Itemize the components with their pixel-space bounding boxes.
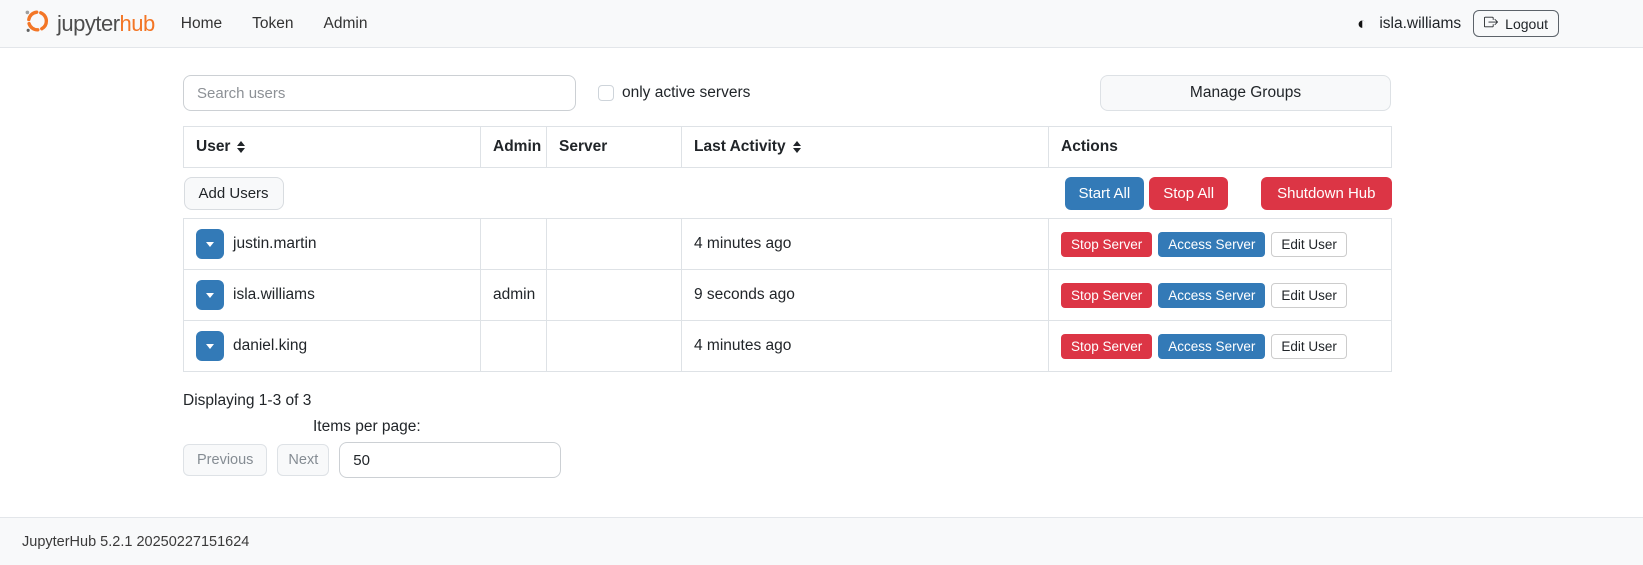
caret-down-icon (206, 293, 214, 298)
header-admin: Admin (481, 127, 547, 168)
edit-user-button[interactable]: Edit User (1271, 232, 1347, 257)
nav-link-admin[interactable]: Admin (324, 15, 368, 33)
only-active-label: only active servers (622, 84, 750, 102)
stop-server-button[interactable]: Stop Server (1061, 334, 1152, 359)
add-users-button[interactable]: Add Users (184, 177, 284, 210)
only-active-checkbox[interactable] (598, 85, 614, 101)
pagination: Displaying 1-3 of 3 Items per page: Prev… (183, 392, 1391, 478)
user-dropdown-toggle[interactable] (196, 229, 224, 259)
header-last-activity: Last Activity (682, 127, 1049, 168)
server-cell (547, 270, 682, 321)
start-all-button[interactable]: Start All (1065, 177, 1145, 210)
admin-cell (481, 321, 547, 372)
manage-groups-button[interactable]: Manage Groups (1100, 75, 1391, 111)
previous-page-button[interactable]: Previous (183, 444, 267, 476)
edit-user-button[interactable]: Edit User (1271, 334, 1347, 359)
toolbar: only active servers Manage Groups (183, 75, 1391, 111)
server-cell (547, 321, 682, 372)
server-cell (547, 219, 682, 270)
admin-cell: admin (481, 270, 547, 321)
stop-all-button[interactable]: Stop All (1149, 177, 1228, 210)
user-dropdown-toggle[interactable] (196, 331, 224, 361)
nav-link-home[interactable]: Home (181, 15, 222, 33)
page-summary: Displaying 1-3 of 3 (183, 392, 1391, 410)
table-row: daniel.king 4 minutes ago Stop Server Ac… (184, 321, 1392, 372)
users-table: User Admin Server Last Activity Actions (183, 126, 1392, 372)
last-activity-cell: 9 seconds ago (682, 270, 1049, 321)
last-activity-cell: 4 minutes ago (682, 219, 1049, 270)
header-server: Server (547, 127, 682, 168)
nav-links: Home Token Admin (181, 15, 368, 33)
caret-down-icon (206, 344, 214, 349)
last-activity-cell: 4 minutes ago (682, 321, 1049, 372)
search-input[interactable] (183, 75, 576, 111)
stop-server-button[interactable]: Stop Server (1061, 232, 1152, 257)
jupyter-icon (24, 8, 50, 39)
logout-icon (1484, 15, 1498, 32)
admin-panel: only active servers Manage Groups User A… (0, 48, 1391, 478)
admin-cell (481, 219, 547, 270)
username-cell: daniel.king (233, 337, 307, 355)
username-cell: isla.williams (233, 286, 315, 304)
current-username: isla.williams (1379, 15, 1461, 33)
sort-last-activity-icon[interactable] (793, 141, 801, 153)
caret-down-icon (206, 242, 214, 247)
jupyterhub-logo[interactable]: jupyterhub (24, 8, 155, 39)
access-server-button[interactable]: Access Server (1158, 334, 1265, 359)
footer: JupyterHub 5.2.1 20250227151624 (0, 517, 1643, 565)
user-dropdown-toggle[interactable] (196, 280, 224, 310)
stop-server-button[interactable]: Stop Server (1061, 283, 1152, 308)
nav-link-token[interactable]: Token (252, 15, 293, 33)
brand-text: jupyterhub (57, 11, 155, 37)
navbar: jupyterhub Home Token Admin ◐ isla.willi… (0, 0, 1643, 48)
header-actions: Actions (1049, 127, 1392, 168)
username-cell: justin.martin (233, 235, 317, 253)
version-text: JupyterHub 5.2.1 20250227151624 (22, 534, 249, 550)
table-row: isla.williams admin 9 seconds ago Stop S… (184, 270, 1392, 321)
shutdown-hub-button[interactable]: Shutdown Hub (1261, 177, 1391, 210)
items-per-page-label: Items per page: (313, 418, 1391, 436)
bulk-controls-row: Add Users Start All Stop All Shutdown Hu… (184, 168, 1392, 219)
next-page-button[interactable]: Next (277, 444, 329, 476)
items-per-page-input[interactable] (339, 442, 561, 478)
access-server-button[interactable]: Access Server (1158, 283, 1265, 308)
logout-button[interactable]: Logout (1473, 10, 1559, 37)
sort-user-icon[interactable] (237, 141, 245, 153)
table-header-row: User Admin Server Last Activity Actions (184, 127, 1392, 168)
access-server-button[interactable]: Access Server (1158, 232, 1265, 257)
table-row: justin.martin 4 minutes ago Stop Server … (184, 219, 1392, 270)
navbar-right: ◐ isla.williams Logout (1357, 10, 1559, 37)
logout-label: Logout (1505, 16, 1548, 32)
edit-user-button[interactable]: Edit User (1271, 283, 1347, 308)
theme-toggle-icon[interactable]: ◐ (1357, 15, 1367, 32)
header-user: User (184, 127, 481, 168)
active-servers-filter: only active servers (598, 84, 750, 102)
